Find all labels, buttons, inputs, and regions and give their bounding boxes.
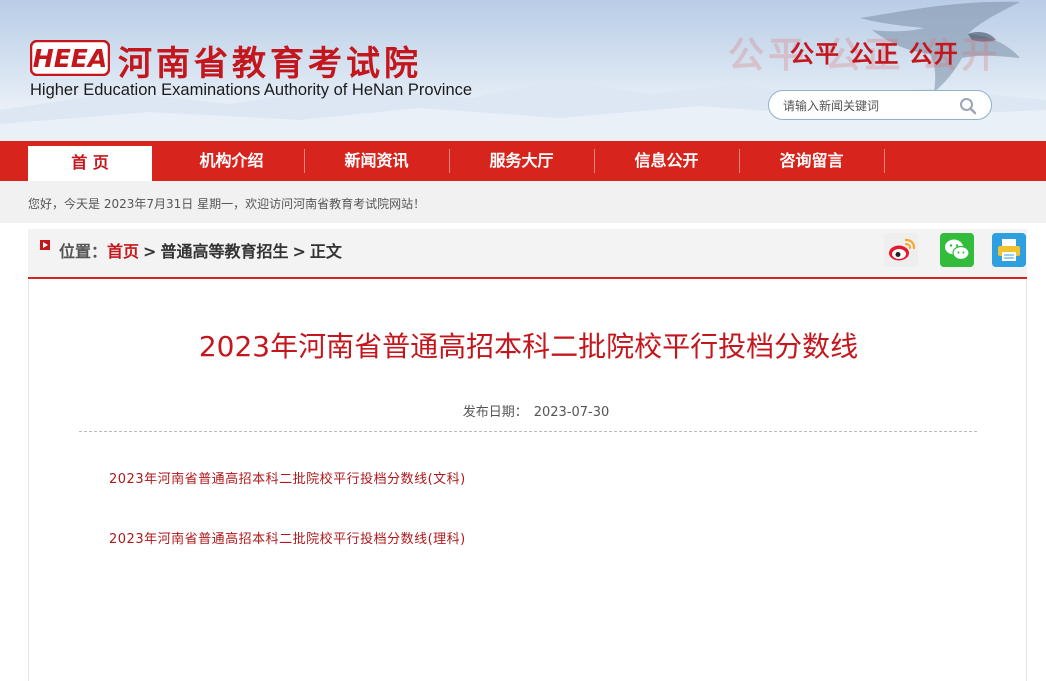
nav-item-consult[interactable]: 咨询留言 — [739, 141, 884, 181]
site-header: HEEA 河南省教育考试院 Higher Education Examinati… — [0, 0, 1046, 141]
breadcrumb: 位置：首页 > 普通高等教育招生 > 正文 — [59, 238, 342, 262]
greeting-text: 您好，今天是 2023年7月31日 星期一，欢迎访问河南省教育考试院网站！ — [28, 197, 426, 211]
site-title-en: Higher Education Examinations Authority … — [30, 81, 473, 99]
breadcrumb-arrow-icon — [40, 240, 50, 250]
publish-date-label: 发布日期： — [462, 405, 528, 420]
search-box — [768, 90, 992, 120]
nav-item-home[interactable]: 首 页 — [28, 146, 152, 181]
breadcrumb-category-link[interactable]: 普通高等教育招生 — [160, 242, 288, 261]
publish-date: 发布日期： 2023-07-30 — [29, 401, 1043, 420]
nav-item-services[interactable]: 服务大厅 — [449, 141, 594, 181]
breadcrumb-separator: > — [292, 242, 306, 261]
heea-logo-icon: HEEA — [30, 40, 110, 76]
weibo-icon[interactable] — [884, 233, 918, 267]
breadcrumb-current: 正文 — [309, 242, 342, 261]
attachment-link-arts[interactable]: 2023年河南省普通高招本科二批院校平行投档分数线(文科) — [109, 468, 466, 487]
svg-text:HEEA: HEEA — [33, 44, 107, 73]
page: HEEA 河南省教育考试院 Higher Education Examinati… — [0, 0, 1046, 681]
print-icon[interactable] — [992, 233, 1026, 267]
breadcrumb-label: 位置： — [59, 242, 108, 261]
article-title: 2023年河南省普通高招本科二批院校平行投档分数线 — [198, 330, 859, 363]
site-title-cn: 河南省教育考试院 — [118, 44, 422, 84]
main-nav: 首 页 机构介绍 新闻资讯 服务大厅 信息公开 咨询留言 — [0, 141, 1046, 181]
breadcrumb-home-link[interactable]: 首页 — [107, 242, 139, 261]
search-icon[interactable] — [959, 97, 977, 115]
publish-date-value: 2023-07-30 — [533, 405, 610, 420]
breadcrumb-bar: 位置：首页 > 普通高等教育招生 > 正文 — [28, 229, 1027, 279]
breadcrumb-separator: > — [143, 242, 157, 261]
search-input[interactable] — [783, 96, 953, 115]
attachment-link-science[interactable]: 2023年河南省普通高招本科二批院校平行投档分数线(理科) — [109, 528, 466, 547]
nav-item-news[interactable]: 新闻资讯 — [304, 141, 449, 181]
article-content: 2023年河南省普通高招本科二批院校平行投档分数线 发布日期： 2023-07-3… — [28, 279, 1027, 681]
greeting-bar: 您好，今天是 2023年7月31日 星期一，欢迎访问河南省教育考试院网站！ — [0, 181, 1046, 223]
nav-item-about[interactable]: 机构介绍 — [159, 141, 304, 181]
nav-separator — [884, 149, 885, 173]
article-divider — [79, 431, 977, 432]
slogan: 公平 公正 公开 — [790, 39, 959, 68]
nav-item-disclosure[interactable]: 信息公开 — [594, 141, 739, 181]
wechat-icon[interactable] — [940, 233, 974, 267]
